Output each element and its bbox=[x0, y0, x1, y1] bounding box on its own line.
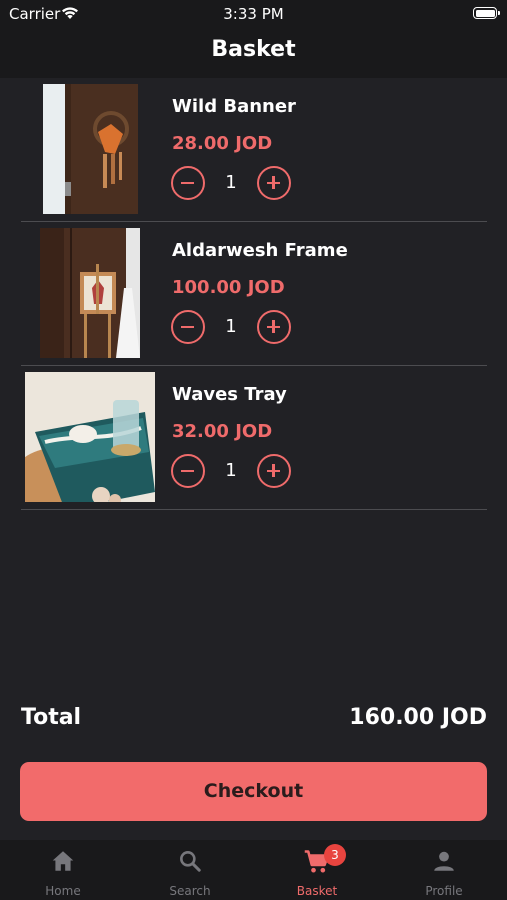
product-image[interactable] bbox=[43, 84, 138, 214]
basket-item: Wild Banner 28.00 JOD 1 bbox=[21, 78, 487, 222]
increase-quantity-button[interactable] bbox=[257, 454, 291, 488]
cart-count-badge: 3 bbox=[324, 844, 346, 866]
product-image[interactable] bbox=[25, 372, 155, 502]
tab-basket[interactable]: 3 Basket bbox=[254, 840, 380, 900]
product-name[interactable]: Wild Banner bbox=[172, 96, 296, 117]
product-price: 28.00 JOD bbox=[172, 133, 273, 154]
battery-icon bbox=[473, 7, 500, 19]
tab-label: Home bbox=[45, 884, 81, 898]
total-amount: 160.00 JOD bbox=[349, 705, 487, 730]
product-image[interactable] bbox=[40, 228, 140, 358]
product-price: 32.00 JOD bbox=[172, 421, 273, 442]
status-time: 3:33 PM bbox=[223, 5, 284, 23]
basket-item: Waves Tray 32.00 JOD 1 bbox=[21, 366, 487, 510]
home-icon bbox=[52, 851, 74, 871]
tab-label: Profile bbox=[425, 884, 463, 898]
decrease-quantity-button[interactable] bbox=[171, 166, 205, 200]
increase-quantity-button[interactable] bbox=[257, 166, 291, 200]
decrease-quantity-button[interactable] bbox=[171, 454, 205, 488]
quantity-value: 1 bbox=[225, 172, 237, 193]
quantity-stepper: 1 bbox=[171, 454, 297, 488]
total-label: Total bbox=[21, 705, 82, 730]
increase-quantity-button[interactable] bbox=[257, 310, 291, 344]
product-name[interactable]: Waves Tray bbox=[172, 384, 287, 405]
quantity-value: 1 bbox=[225, 460, 237, 481]
tab-bar: Home Search 3 Basket Profile bbox=[0, 840, 507, 900]
status-bar: Carrier 3:33 PM bbox=[0, 0, 507, 28]
basket-item: Aldarwesh Frame 100.00 JOD 1 bbox=[21, 222, 487, 366]
checkout-button[interactable]: Checkout bbox=[20, 762, 487, 821]
quantity-stepper: 1 bbox=[171, 166, 297, 200]
person-icon bbox=[434, 851, 454, 871]
quantity-stepper: 1 bbox=[171, 310, 297, 344]
product-name[interactable]: Aldarwesh Frame bbox=[172, 240, 348, 261]
search-icon bbox=[180, 851, 201, 872]
tab-search[interactable]: Search bbox=[127, 840, 253, 900]
quantity-value: 1 bbox=[225, 316, 237, 337]
navigation-bar: Basket bbox=[0, 28, 507, 78]
decrease-quantity-button[interactable] bbox=[171, 310, 205, 344]
product-price: 100.00 JOD bbox=[172, 277, 285, 298]
tab-label: Search bbox=[169, 884, 211, 898]
tab-label: Basket bbox=[296, 884, 338, 898]
tab-home[interactable]: Home bbox=[0, 840, 126, 900]
page-title: Basket bbox=[211, 37, 296, 62]
tab-profile[interactable]: Profile bbox=[381, 840, 507, 900]
